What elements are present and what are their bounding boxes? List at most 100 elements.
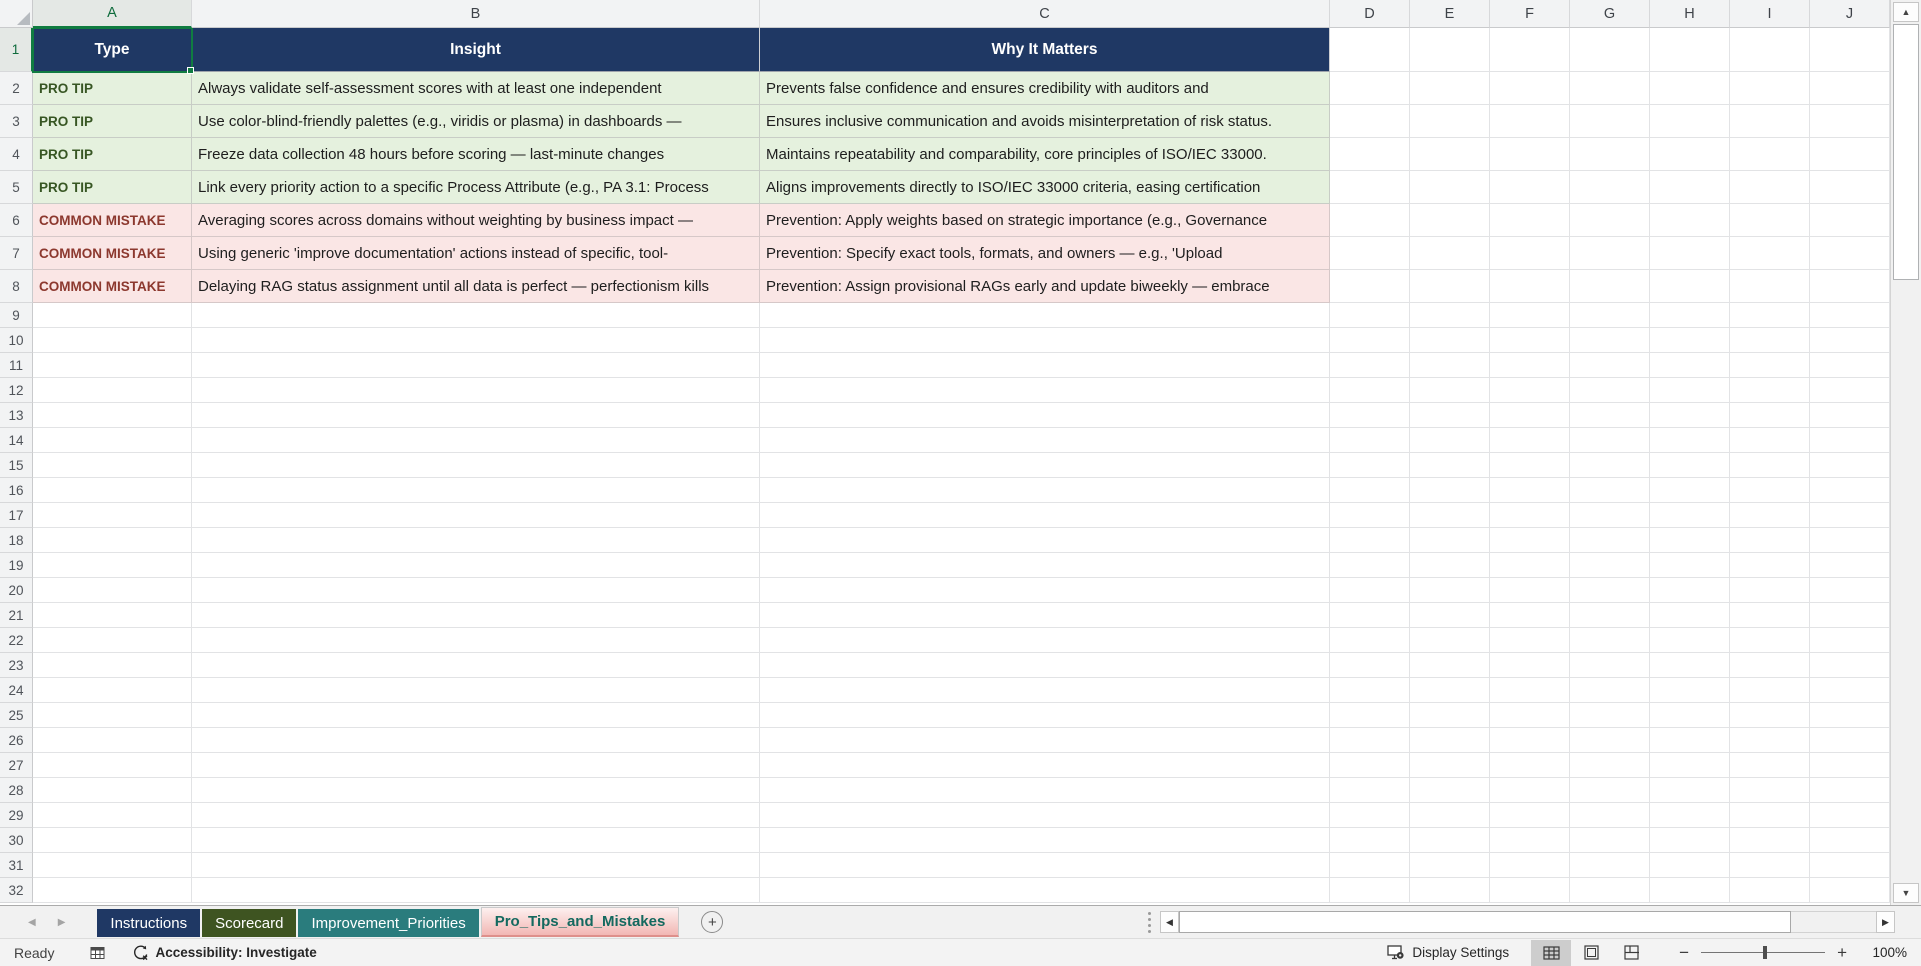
cell-E13[interactable] (1410, 403, 1490, 428)
row-header-5[interactable]: 5 (0, 171, 33, 204)
cell-C7[interactable]: Prevention: Specify exact tools, formats… (760, 237, 1330, 270)
cell-A16[interactable] (33, 478, 192, 503)
zoom-in-button[interactable]: + (1837, 944, 1847, 961)
cell-I17[interactable] (1730, 503, 1810, 528)
cell-E27[interactable] (1410, 753, 1490, 778)
scroll-left-button[interactable]: ◀ (1160, 911, 1179, 933)
cell-J3[interactable] (1810, 105, 1890, 138)
vertical-scroll-thumb[interactable] (1893, 24, 1919, 280)
cell-C22[interactable] (760, 628, 1330, 653)
cell-E4[interactable] (1410, 138, 1490, 171)
cell-B10[interactable] (192, 328, 760, 353)
cell-B6[interactable]: Averaging scores across domains without … (192, 204, 760, 237)
cell-D29[interactable] (1330, 803, 1410, 828)
cell-B12[interactable] (192, 378, 760, 403)
cell-J29[interactable] (1810, 803, 1890, 828)
cell-C9[interactable] (760, 303, 1330, 328)
cell-G3[interactable] (1570, 105, 1650, 138)
cell-D15[interactable] (1330, 453, 1410, 478)
cell-F29[interactable] (1490, 803, 1570, 828)
cell-D21[interactable] (1330, 603, 1410, 628)
row-header-20[interactable]: 20 (0, 578, 33, 603)
cell-A22[interactable] (33, 628, 192, 653)
cell-A30[interactable] (33, 828, 192, 853)
sheet-tab-Improvement_Priorities[interactable]: Improvement_Priorities (298, 909, 479, 937)
cell-B19[interactable] (192, 553, 760, 578)
cell-C8[interactable]: Prevention: Assign provisional RAGs earl… (760, 270, 1330, 303)
cell-I27[interactable] (1730, 753, 1810, 778)
cell-J18[interactable] (1810, 528, 1890, 553)
cell-J28[interactable] (1810, 778, 1890, 803)
cell-J14[interactable] (1810, 428, 1890, 453)
cell-D25[interactable] (1330, 703, 1410, 728)
cell-D19[interactable] (1330, 553, 1410, 578)
cell-B8[interactable]: Delaying RAG status assignment until all… (192, 270, 760, 303)
cell-A28[interactable] (33, 778, 192, 803)
cell-G19[interactable] (1570, 553, 1650, 578)
cell-B17[interactable] (192, 503, 760, 528)
cell-F23[interactable] (1490, 653, 1570, 678)
cell-B9[interactable] (192, 303, 760, 328)
cell-G29[interactable] (1570, 803, 1650, 828)
cell-J22[interactable] (1810, 628, 1890, 653)
cell-H16[interactable] (1650, 478, 1730, 503)
row-header-31[interactable]: 31 (0, 853, 33, 878)
cell-E29[interactable] (1410, 803, 1490, 828)
cell-D10[interactable] (1330, 328, 1410, 353)
cell-J4[interactable] (1810, 138, 1890, 171)
cell-H11[interactable] (1650, 353, 1730, 378)
cell-G31[interactable] (1570, 853, 1650, 878)
cell-I30[interactable] (1730, 828, 1810, 853)
cell-F14[interactable] (1490, 428, 1570, 453)
cell-A31[interactable] (33, 853, 192, 878)
cell-F1[interactable] (1490, 28, 1570, 72)
cell-A4[interactable]: PRO TIP (33, 138, 192, 171)
cell-G24[interactable] (1570, 678, 1650, 703)
cell-D4[interactable] (1330, 138, 1410, 171)
cell-C11[interactable] (760, 353, 1330, 378)
cell-C24[interactable] (760, 678, 1330, 703)
cell-D12[interactable] (1330, 378, 1410, 403)
cell-E22[interactable] (1410, 628, 1490, 653)
cell-A23[interactable] (33, 653, 192, 678)
cell-H24[interactable] (1650, 678, 1730, 703)
cell-A15[interactable] (33, 453, 192, 478)
cell-B15[interactable] (192, 453, 760, 478)
cell-C19[interactable] (760, 553, 1330, 578)
macro-record-icon[interactable] (90, 946, 106, 960)
cell-F2[interactable] (1490, 72, 1570, 105)
cell-I1[interactable] (1730, 28, 1810, 72)
cell-B4[interactable]: Freeze data collection 48 hours before s… (192, 138, 760, 171)
cell-G6[interactable] (1570, 204, 1650, 237)
row-header-13[interactable]: 13 (0, 403, 33, 428)
cell-E15[interactable] (1410, 453, 1490, 478)
cell-J21[interactable] (1810, 603, 1890, 628)
row-header-10[interactable]: 10 (0, 328, 33, 353)
cell-C14[interactable] (760, 428, 1330, 453)
cell-I3[interactable] (1730, 105, 1810, 138)
cell-J23[interactable] (1810, 653, 1890, 678)
cell-E21[interactable] (1410, 603, 1490, 628)
cell-A10[interactable] (33, 328, 192, 353)
cell-A17[interactable] (33, 503, 192, 528)
cell-I2[interactable] (1730, 72, 1810, 105)
cell-F7[interactable] (1490, 237, 1570, 270)
row-header-27[interactable]: 27 (0, 753, 33, 778)
cell-E5[interactable] (1410, 171, 1490, 204)
cell-E20[interactable] (1410, 578, 1490, 603)
cell-B18[interactable] (192, 528, 760, 553)
row-header-32[interactable]: 32 (0, 878, 33, 903)
cell-F16[interactable] (1490, 478, 1570, 503)
cell-I23[interactable] (1730, 653, 1810, 678)
cell-D8[interactable] (1330, 270, 1410, 303)
horizontal-scrollbar[interactable]: ◀ ▶ (1160, 911, 1895, 933)
cell-C30[interactable] (760, 828, 1330, 853)
cell-J5[interactable] (1810, 171, 1890, 204)
cell-I32[interactable] (1730, 878, 1810, 903)
row-header-18[interactable]: 18 (0, 528, 33, 553)
cell-D17[interactable] (1330, 503, 1410, 528)
cell-E3[interactable] (1410, 105, 1490, 138)
accessibility-status[interactable]: Accessibility: Investigate (132, 944, 317, 961)
cell-I15[interactable] (1730, 453, 1810, 478)
sheet-tab-Scorecard[interactable]: Scorecard (202, 909, 297, 937)
